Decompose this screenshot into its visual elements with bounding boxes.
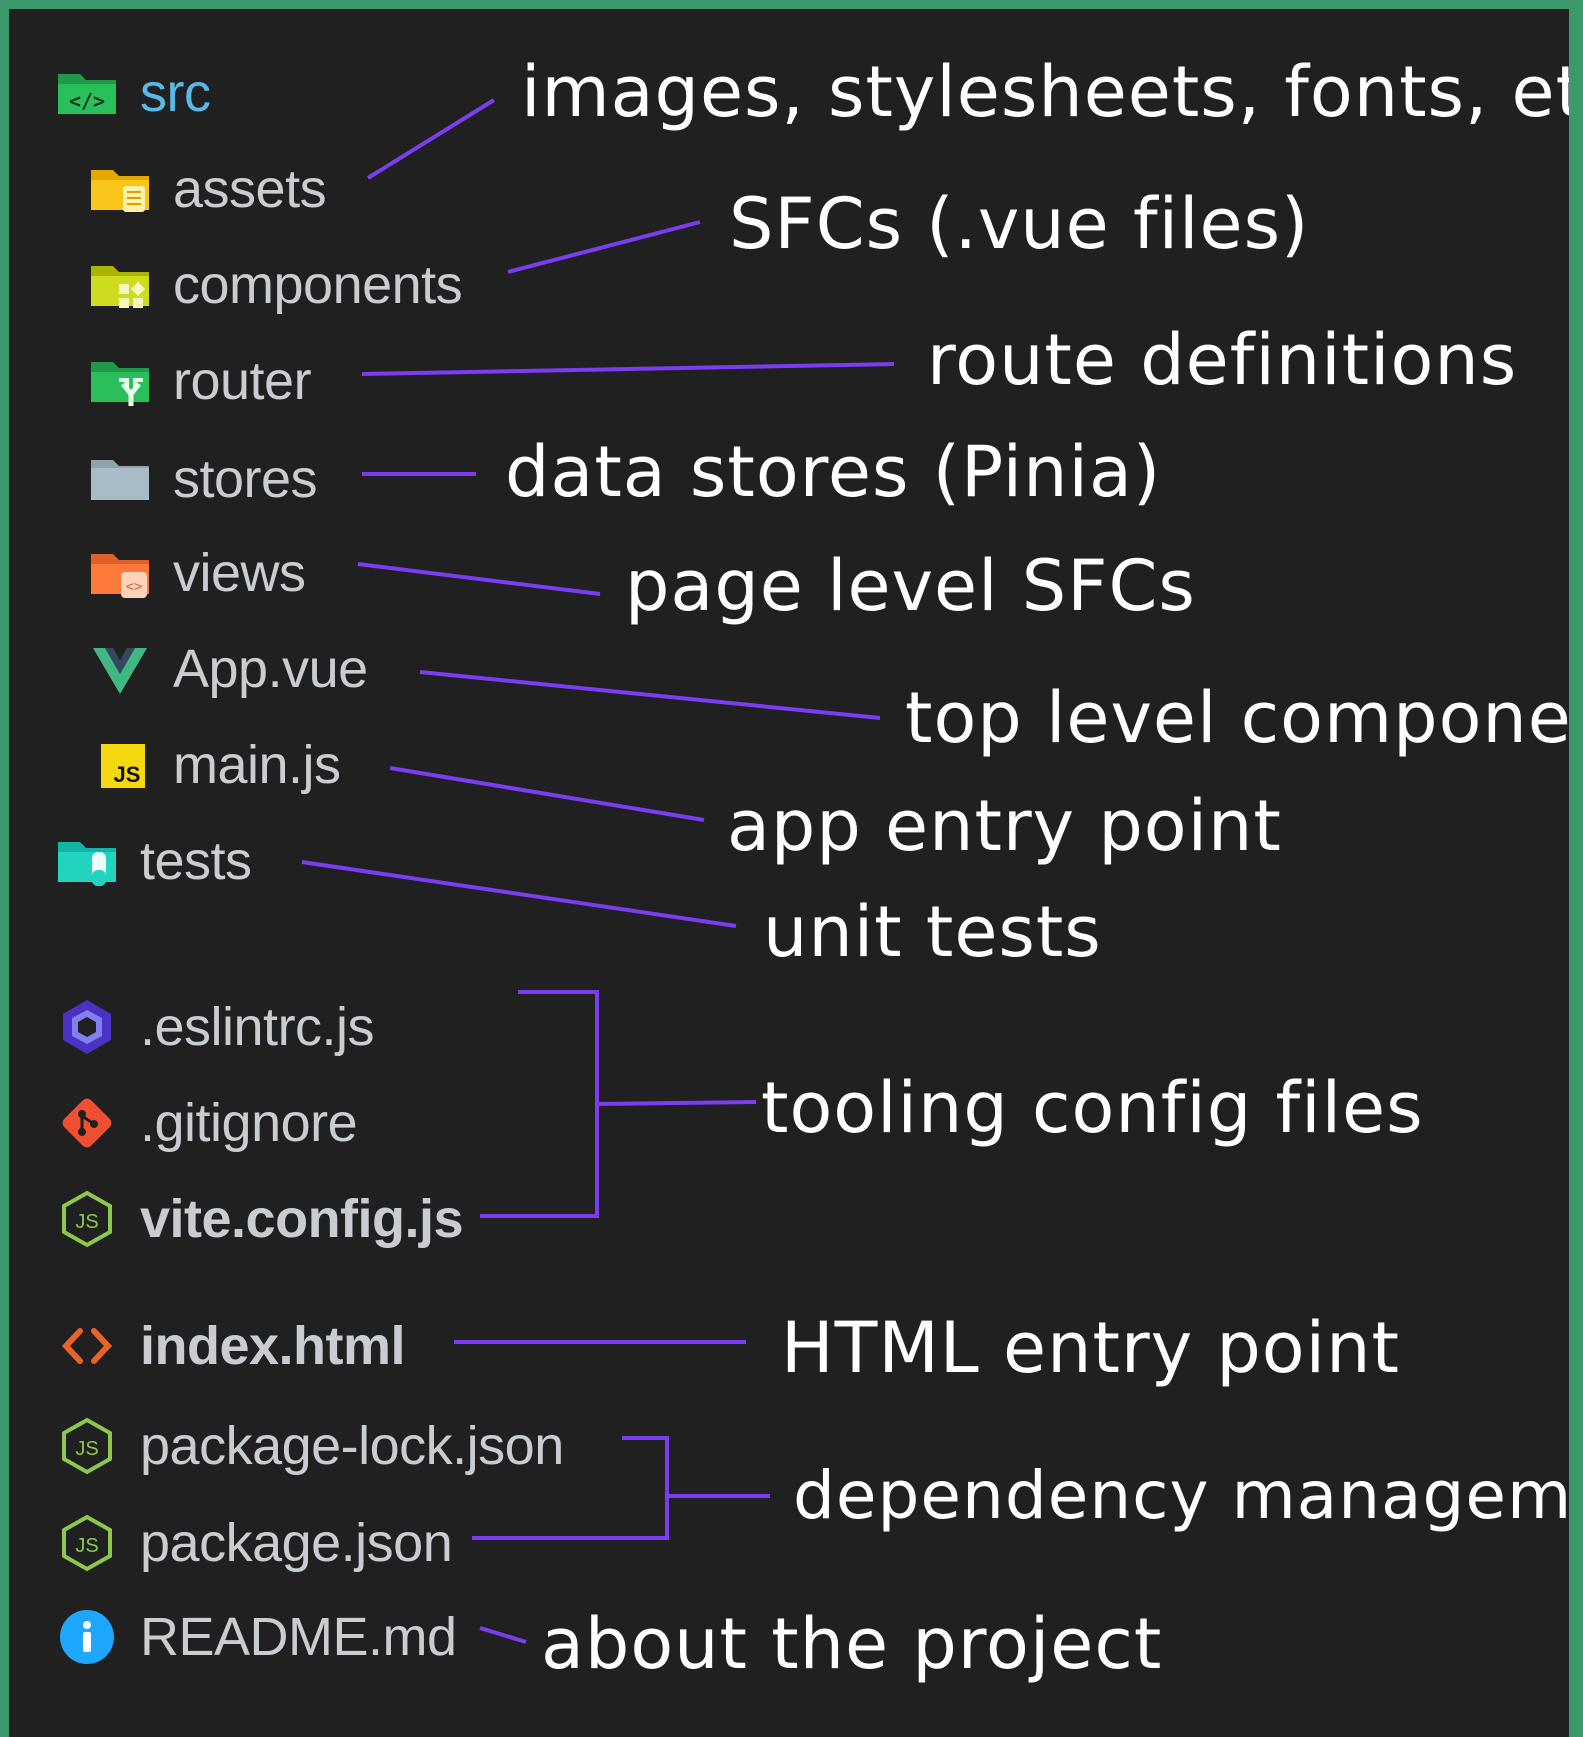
- js-icon: JS: [89, 734, 151, 796]
- svg-text:<>: <>: [126, 579, 143, 595]
- tree-row-package-json[interactable]: JS package.json: [56, 1503, 453, 1583]
- folder-assets-icon: [89, 158, 151, 220]
- tree-label-eslintrc: .eslintrc.js: [140, 997, 375, 1057]
- tree-label-index-html: index.html: [140, 1316, 406, 1376]
- vue-icon: [89, 638, 151, 700]
- tree-row-views[interactable]: <> views: [89, 533, 306, 613]
- svg-text:JS: JS: [75, 1438, 98, 1460]
- tree-label-views: views: [173, 543, 306, 603]
- folder-icon: [89, 448, 151, 510]
- annotation-index: HTML entry point: [781, 1307, 1400, 1389]
- folder-tests-icon: [56, 830, 118, 892]
- nodejs-icon: JS: [56, 1415, 118, 1477]
- annotation-views: page level SFCs: [625, 545, 1196, 627]
- tree-label-router: router: [173, 351, 312, 411]
- right-border: [1569, 0, 1583, 1737]
- tree-row-index-html[interactable]: index.html: [56, 1306, 406, 1386]
- tree-row-app-vue[interactable]: App.vue: [89, 629, 368, 709]
- tree-row-vite-config[interactable]: JS vite.config.js: [56, 1179, 464, 1259]
- tree-label-package-json: package.json: [140, 1513, 453, 1573]
- annotation-stores: data stores (Pinia): [505, 431, 1162, 513]
- tree-label-gitignore: .gitignore: [140, 1093, 358, 1153]
- tree-row-stores[interactable]: stores: [89, 439, 318, 519]
- nodejs-icon: JS: [56, 1512, 118, 1574]
- tree-row-assets[interactable]: assets: [89, 149, 327, 229]
- html-icon: [56, 1315, 118, 1377]
- tree-label-readme: README.md: [140, 1607, 457, 1667]
- annotation-assets: images, stylesheets, fonts, etc: [521, 51, 1569, 133]
- tree-row-tests[interactable]: tests: [56, 821, 252, 901]
- tree-label-components: components: [173, 255, 463, 315]
- git-icon: [56, 1092, 118, 1154]
- annotation-readme: about the project: [541, 1603, 1163, 1685]
- svg-text:JS: JS: [75, 1535, 98, 1557]
- tree-label-vite-config: vite.config.js: [140, 1189, 464, 1249]
- svg-text:</>: </>: [69, 89, 105, 113]
- tree-label-package-lock: package-lock.json: [140, 1416, 564, 1476]
- tree-row-components[interactable]: components: [89, 245, 463, 325]
- tree-row-package-lock[interactable]: JS package-lock.json: [56, 1406, 564, 1486]
- annotation-tooling: tooling config files: [761, 1067, 1424, 1149]
- folder-src-icon: </>: [56, 62, 118, 124]
- tree-row-gitignore[interactable]: .gitignore: [56, 1083, 358, 1163]
- eslint-icon: [56, 996, 118, 1058]
- tree-row-src[interactable]: </> src: [56, 53, 211, 133]
- tree-label-stores: stores: [173, 449, 318, 509]
- annotation-components: SFCs (.vue files): [729, 183, 1310, 265]
- tree-label-tests: tests: [140, 831, 252, 891]
- annotation-tests: unit tests: [763, 891, 1102, 973]
- folder-views-icon: <>: [89, 542, 151, 604]
- svg-text:JS: JS: [75, 1211, 98, 1233]
- tree-row-readme[interactable]: README.md: [56, 1597, 457, 1677]
- folder-components-icon: [89, 254, 151, 316]
- tree-row-router[interactable]: router: [89, 341, 312, 421]
- tree-label-src: src: [140, 63, 211, 123]
- annotation-dependency: dependency management: [793, 1457, 1569, 1534]
- info-icon: [56, 1606, 118, 1668]
- annotation-main: app entry point: [727, 785, 1282, 867]
- svg-text:JS: JS: [114, 762, 141, 787]
- diagram-canvas: </> src assets components router stores …: [9, 9, 1569, 1737]
- tree-row-main-js[interactable]: JS main.js: [89, 725, 341, 805]
- nodejs-icon: JS: [56, 1188, 118, 1250]
- tree-row-eslintrc[interactable]: .eslintrc.js: [56, 987, 375, 1067]
- tree-label-main-js: main.js: [173, 735, 341, 795]
- tree-label-app-vue: App.vue: [173, 639, 368, 699]
- folder-router-icon: [89, 350, 151, 412]
- tree-label-assets: assets: [173, 159, 327, 219]
- annotation-app: top level component: [905, 677, 1569, 759]
- annotation-router: route definitions: [927, 319, 1518, 401]
